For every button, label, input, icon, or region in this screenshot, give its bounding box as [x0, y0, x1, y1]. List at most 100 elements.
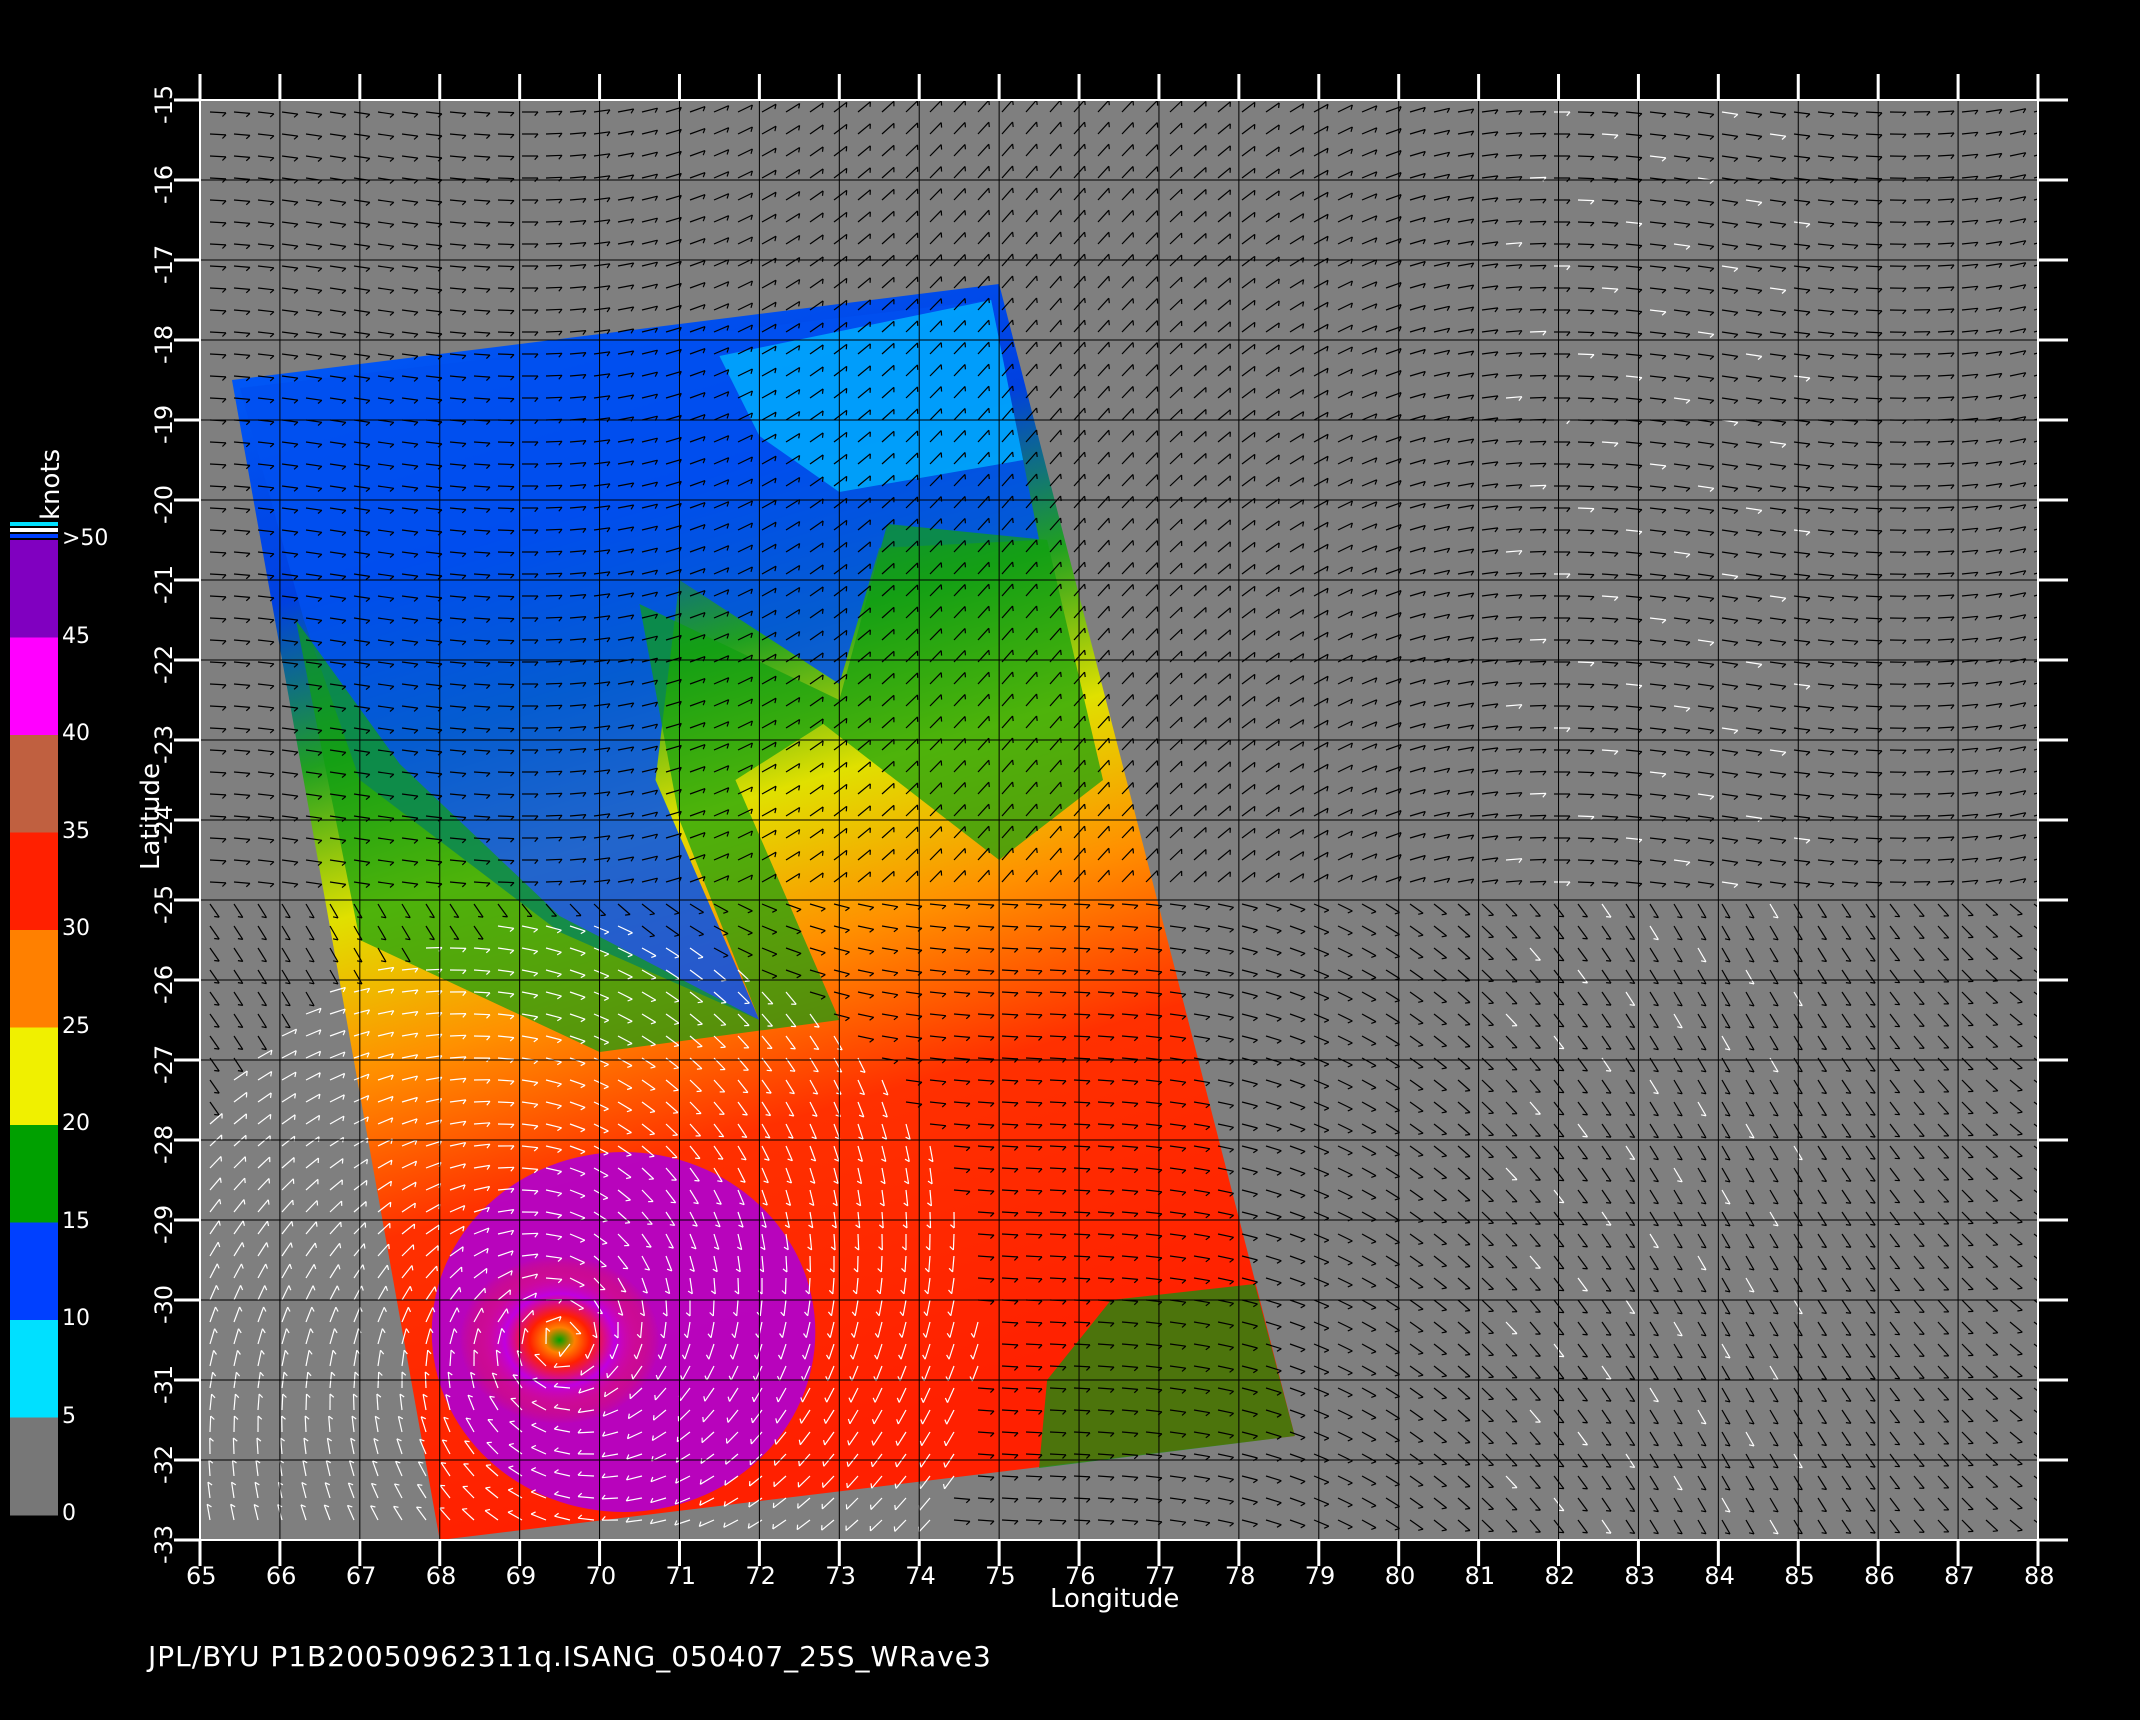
wind-barb-flag: [1084, 122, 1086, 128]
wind-barb-flag: [821, 366, 824, 372]
wind-barb-flag: [1012, 407, 1014, 414]
wind-barb-flag: [1084, 166, 1086, 172]
wind-barb-flag: [1278, 234, 1280, 240]
wind-barb-flag: [1278, 410, 1280, 416]
wind-barb: [497, 661, 515, 664]
wind-barb-flag: [1060, 649, 1062, 656]
wind-barb-flag: [1060, 473, 1062, 480]
wind-barb-flag: [1060, 341, 1062, 348]
wind-barb-flag: [1084, 342, 1086, 348]
wind-barb: [497, 177, 515, 180]
wind-barb-flag: [1060, 539, 1062, 546]
wind-barb-flag: [2047, 218, 2049, 222]
wind-barb: [1529, 594, 1547, 597]
wind-barb-flag: [1060, 143, 1062, 150]
wind-barb-flag: [1012, 341, 1014, 348]
wind-barb-flag: [988, 254, 990, 260]
wind-barb-flag: [1108, 672, 1110, 678]
wind-barb-flag: [988, 760, 990, 766]
wind-barb-flag: [1108, 650, 1110, 656]
wind-barb: [545, 528, 563, 531]
wind-barb-flag: [988, 518, 990, 524]
wind-barb-flag: [1084, 298, 1086, 304]
wind-barb-flag: [1012, 187, 1014, 194]
wind-barb-flag: [1278, 300, 1280, 306]
wind-barb-flag: [1036, 407, 1038, 413]
wind-barb-flag: [988, 694, 990, 700]
wind-barb-flag: [821, 520, 824, 526]
wind-barb-flag: [1278, 608, 1280, 614]
wind-barb: [1529, 330, 1547, 333]
wind-barb-flag: [1278, 586, 1280, 592]
wind-barb-flag: [1012, 275, 1014, 282]
wind-barb: [1577, 573, 1595, 576]
wind-barb-flag: [1278, 718, 1280, 724]
wind-barb: [545, 352, 563, 355]
wind-barb-flag: [1036, 759, 1038, 765]
wind-barb: [545, 594, 563, 597]
wind-barb-flag: [1108, 144, 1110, 150]
wind-barb-flag: [1060, 561, 1062, 568]
wind-barb-flag: [2047, 174, 2049, 178]
wind-barb-flag: [821, 212, 824, 218]
wind-barb: [1577, 727, 1595, 730]
wind-barb-flag: [1108, 298, 1110, 304]
wind-barb: [1577, 331, 1595, 334]
wind-barb-flag: [1278, 476, 1280, 482]
wind-barb-flag: [1060, 693, 1062, 700]
wind-barb: [497, 815, 515, 818]
wind-barb: [1577, 705, 1595, 708]
wind-barb: [545, 286, 563, 289]
wind-barb-flag: [2047, 526, 2049, 530]
wind-barb: [1577, 749, 1595, 752]
wind-barb: [545, 110, 563, 113]
wind-barb-flag: [1108, 760, 1110, 766]
wind-barb-flag: [2047, 262, 2049, 266]
wind-barb: [545, 748, 563, 751]
wind-barb: [545, 792, 563, 795]
wind-barb-flag: [1108, 188, 1110, 194]
wind-barb-flag: [1278, 212, 1280, 218]
wind-barb: [1577, 551, 1595, 554]
wind-barb-flag: [2047, 636, 2049, 640]
wind-barb: [497, 529, 515, 532]
wind-barb-flag: [1036, 583, 1038, 589]
wind-barb-flag: [1060, 209, 1062, 216]
wind-barb-flag: [1278, 190, 1280, 196]
wind-barb-flag: [1108, 474, 1110, 480]
wind-barb: [1529, 198, 1547, 201]
wind-barb-flag: [988, 606, 990, 612]
wind-barb-flag: [1036, 385, 1038, 391]
wind-barb-flag: [1278, 102, 1280, 108]
wind-barb: [497, 155, 515, 158]
wind-barb: [1577, 243, 1595, 246]
wind-barb: [545, 550, 563, 553]
wind-barb-flag: [1036, 693, 1038, 699]
wind-barb-flag: [2047, 152, 2049, 156]
wind-barb-flag: [1278, 278, 1280, 284]
wind-barb-flag: [1036, 187, 1038, 193]
wind-barb-flag: [988, 782, 990, 788]
wind-barb-flag: [988, 562, 990, 568]
wind-barb: [497, 749, 515, 752]
wind-barb: [1577, 529, 1595, 532]
wind-barb-flag: [1084, 518, 1086, 524]
wind-barb-flag: [1084, 672, 1086, 678]
wind-barb: [1529, 704, 1547, 707]
wind-barb-flag: [1278, 146, 1280, 152]
wind-barb-flag: [821, 806, 824, 812]
wind-barb-flag: [1108, 364, 1110, 370]
wind-barb-flag: [1060, 451, 1062, 458]
wind-barb-flag: [1036, 781, 1038, 787]
wind-barb-flag: [1108, 606, 1110, 612]
wind-barb: [1529, 396, 1547, 399]
wind-barb-flag: [1012, 627, 1014, 634]
wind-barb: [497, 793, 515, 796]
wind-barb-flag: [1278, 696, 1280, 702]
wind-barb-flag: [988, 298, 990, 304]
wind-barb-flag: [1060, 583, 1062, 590]
wind-barb-flag: [988, 474, 990, 480]
wind-barb-flag: [1060, 275, 1062, 282]
wind-barb-flag: [1108, 628, 1110, 634]
wind-map: [10, 74, 2068, 1566]
